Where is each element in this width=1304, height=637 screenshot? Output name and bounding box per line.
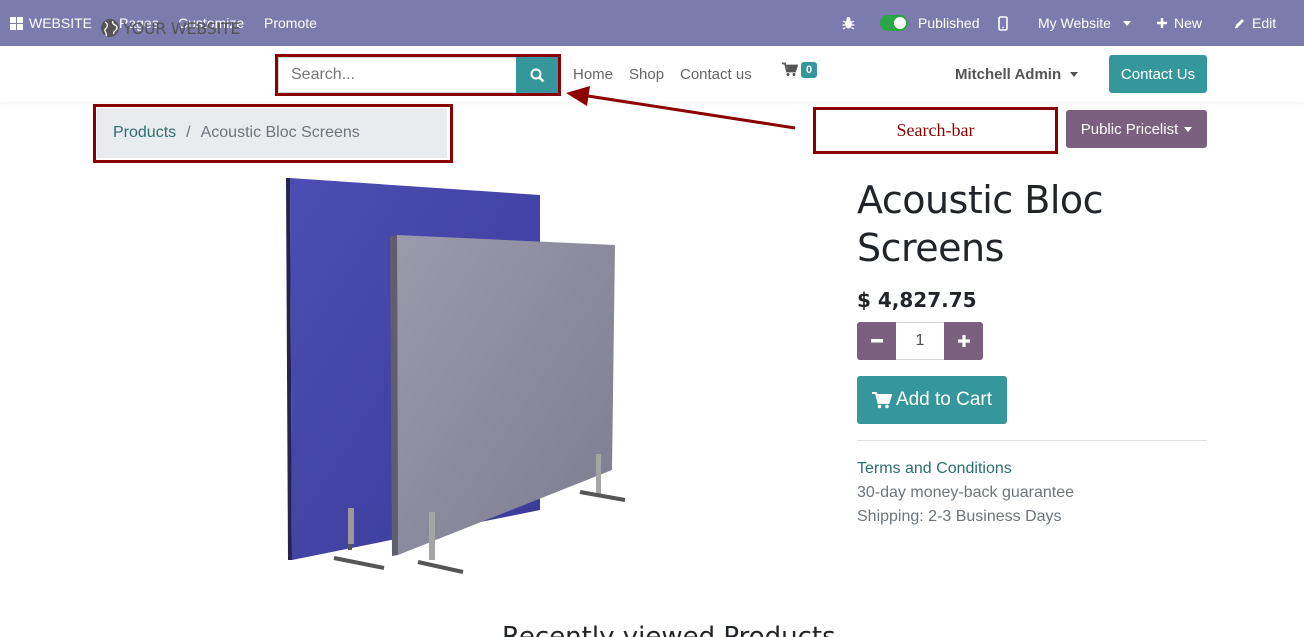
product-price: $ 4,827.75	[857, 288, 977, 312]
mobile-icon	[998, 15, 1008, 31]
site-logo[interactable]: YOUR WEBSITE	[100, 16, 241, 40]
cart-link[interactable]	[782, 62, 799, 82]
nav-contact-us[interactable]: Contact us	[680, 66, 752, 83]
product-title-line2: Screens	[857, 226, 1004, 270]
pricelist-label: Public Pricelist	[1080, 120, 1179, 138]
edit-label: Edit	[1252, 15, 1277, 31]
logo-text: YOUR WEBSITE	[123, 18, 241, 38]
edit-button[interactable]: Edit	[1233, 0, 1276, 46]
promote-menu[interactable]: Promote	[264, 0, 317, 46]
user-name: Mitchell Admin	[955, 66, 1062, 83]
plus-icon	[957, 335, 970, 347]
contact-us-button[interactable]: Contact Us	[1109, 55, 1207, 93]
shipping-text: Shipping: 2-3 Business Days	[857, 508, 1062, 525]
cart-count-badge: 0	[801, 62, 817, 78]
nav-home[interactable]: Home	[573, 66, 613, 83]
recently-viewed-heading: Recently viewed Products	[502, 622, 836, 637]
mobile-preview-button[interactable]	[998, 0, 1008, 46]
search-bar-highlight	[275, 54, 561, 96]
new-button[interactable]: New	[1156, 0, 1202, 46]
my-website-label: My Website	[1038, 15, 1111, 31]
website-menu-label: WEBSITE	[29, 15, 93, 31]
minus-icon	[870, 339, 883, 343]
chevron-down-icon	[1184, 126, 1193, 132]
publish-toggle[interactable]: Published	[880, 0, 980, 46]
cart-icon	[782, 62, 799, 76]
nav-shop[interactable]: Shop	[629, 66, 664, 83]
terms-and-conditions-link[interactable]: Terms and Conditions	[857, 460, 1012, 478]
search-bar-annotation: Search-bar	[813, 107, 1058, 154]
debug-bug-icon[interactable]	[842, 0, 855, 46]
decrease-quantity-button[interactable]	[857, 322, 896, 360]
divider	[857, 440, 1207, 441]
apps-grid-icon	[10, 16, 23, 30]
product-title: Acoustic Bloc Screens	[857, 176, 1177, 272]
add-to-cart-button[interactable]: Add to Cart	[857, 376, 1007, 424]
pencil-icon	[1234, 18, 1244, 28]
my-website-menu[interactable]: My Website	[1038, 0, 1131, 46]
user-menu[interactable]: Mitchell Admin	[955, 66, 1079, 83]
quantity-stepper	[857, 322, 983, 360]
toggle-switch-icon	[880, 15, 908, 31]
product-title-line1: Acoustic Bloc	[857, 178, 1104, 222]
guarantee-text: 30-day money-back guarantee	[857, 484, 1075, 501]
published-label: Published	[918, 15, 980, 31]
chevron-down-icon	[1070, 72, 1079, 77]
increase-quantity-button[interactable]	[944, 322, 983, 360]
globe-icon	[101, 19, 119, 37]
chevron-down-icon	[1122, 20, 1131, 26]
quantity-input[interactable]	[896, 322, 944, 360]
plus-icon	[1157, 18, 1167, 28]
add-to-cart-label: Add to Cart	[895, 389, 993, 410]
breadcrumb-highlight	[93, 104, 453, 163]
website-menu[interactable]: WEBSITE	[10, 0, 113, 46]
product-image[interactable]	[270, 170, 640, 580]
pricelist-dropdown[interactable]: Public Pricelist	[1066, 110, 1207, 148]
new-label: New	[1174, 15, 1203, 31]
cart-icon	[871, 392, 892, 409]
